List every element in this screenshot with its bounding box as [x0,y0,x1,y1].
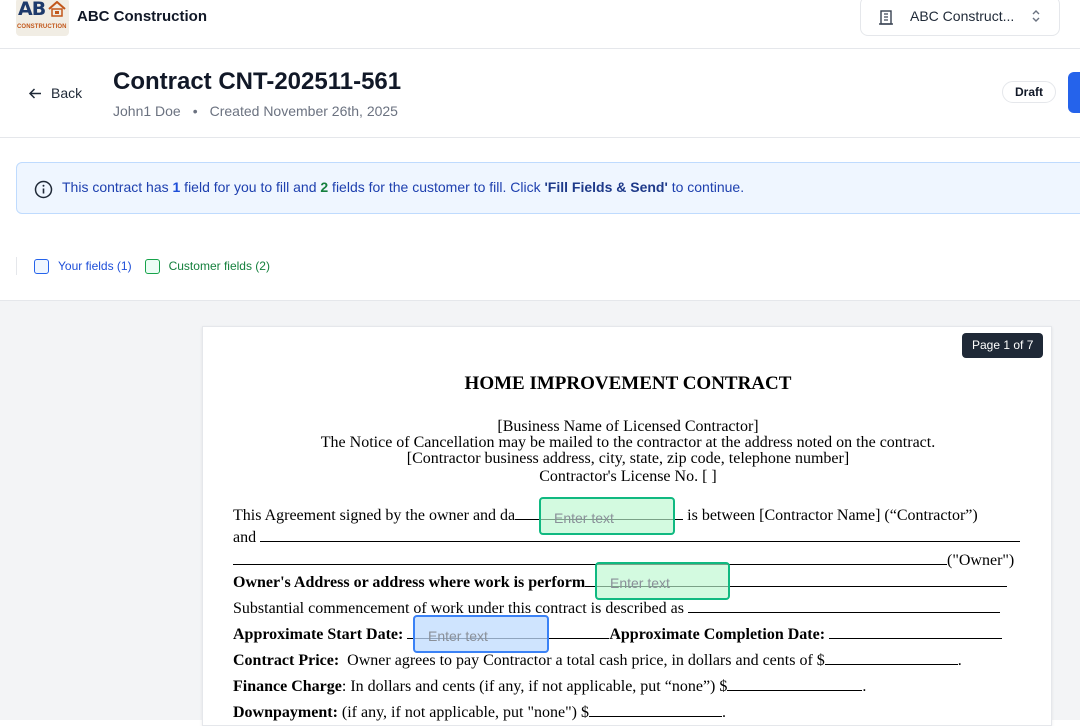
back-label: Back [51,85,83,101]
blank-line [687,600,1000,613]
agreement-text-2: is between [Contractor Name] (“Contracto… [687,507,978,524]
contract-meta: John1 Doe • Created November 26th, 2025 [113,103,398,119]
downpayment-text: (if any, if not applicable, put "none") … [341,704,589,721]
blank-line [727,678,863,691]
page-indicator: Page 1 of 7 [962,333,1044,358]
house-icon [48,1,66,17]
agreement-text: This Agreement signed by the owner and d… [233,507,516,524]
your-fields-swatch [34,258,49,274]
owner-text: ("Owner") [947,552,1015,569]
your-field-1[interactable]: Enter text [413,615,549,653]
field-legend: Your fields (1) Customer fields (2) [16,257,283,275]
contractor-address: [Contractor business address, city, stat… [406,450,850,467]
organization-name: ABC Construct... [910,8,1015,24]
banner-action: 'Fill Fields & Send' [544,179,668,195]
customer-field-count: 2 [320,179,329,195]
building-icon [879,10,893,25]
start-date-label: Approximate Start Date: [233,626,404,643]
your-fields-label: Your fields (1) [58,259,132,273]
owners-address-label: Owner's Address or address where work is… [233,574,586,591]
banner-text: field for you to fill and [180,179,321,195]
contract-price-label: Contract Price: [233,652,340,669]
created-date: Created November 26th, 2025 [209,103,398,119]
author-name: John1 Doe [113,103,181,119]
contract-price-text: Owner agrees to pay Contractor a total c… [347,652,825,669]
banner-text: This contract has [62,179,173,195]
cancellation-notice: The Notice of Cancellation may be mailed… [320,434,936,451]
legend-customer-fields[interactable]: Customer fields (2) [144,258,270,274]
contractor-license: Contractor's License No. [ ] [539,468,717,485]
finance-charge-line: Finance Charge: In dollars and cents (if… [233,678,867,695]
contract-header: Back Contract CNT-202511-561 John1 Doe •… [0,49,1080,138]
banner-text: fields for the customer to fill. Click [328,179,545,195]
customer-fields-label: Customer fields (2) [168,259,270,273]
blank-line [233,552,947,565]
info-banner: This contract has 1 field for you to fil… [16,162,1080,214]
organization-selector[interactable]: ABC Construct... [860,0,1060,36]
top-bar: AB CONSTRUCTION ABC Construction ABC Con… [0,0,1080,49]
downpayment-line: Downpayment: (if any, if not applicable,… [233,704,726,721]
finance-charge-label: Finance Charge [233,678,342,695]
logo-text: AB [18,0,46,20]
customer-field-1[interactable]: Enter text [539,497,675,535]
meta-separator: • [192,103,198,119]
blank-line [588,704,722,717]
customer-fields-swatch [144,258,160,274]
chevrons-up-down-icon [1032,10,1040,22]
fill-fields-send-button[interactable] [1068,72,1080,113]
legend-your-fields[interactable]: Your fields (1) [34,258,132,274]
contractor-business-name: [Business Name of Licensed Contractor] [203,419,1053,435]
downpayment-label: Downpayment: [233,704,338,721]
banner-message: This contract has 1 field for you to fil… [62,179,744,195]
and-text: and [233,529,257,546]
document-title: HOME IMPROVEMENT CONTRACT [464,373,792,394]
line-text: [Business Name of Licensed Contractor] [497,418,759,435]
blank-line [824,652,958,665]
blank-line [829,626,1003,639]
substantial-line: Substantial commencement of work under t… [233,600,1000,618]
back-button[interactable]: Back [28,84,82,102]
page-title: Contract CNT-202511-561 [113,68,402,95]
finance-charge-text: : In dollars and cents (if any, if not a… [341,678,728,695]
dates-line: Approximate Start Date: Approximate Comp… [233,626,1003,644]
company-logo[interactable]: AB CONSTRUCTION [16,0,69,36]
logo-subtitle: CONSTRUCTION [17,24,67,30]
company-name: ABC Construction [77,8,207,25]
customer-field-2[interactable]: Enter text [595,562,730,600]
contract-price-line: Contract Price: Owner agrees to pay Cont… [233,652,962,669]
arrow-left-icon [28,87,41,99]
status-badge: Draft [1002,81,1057,103]
completion-date-label: Approximate Completion Date: [609,626,826,643]
banner-text: to continue. [667,179,745,195]
info-icon [34,180,53,199]
